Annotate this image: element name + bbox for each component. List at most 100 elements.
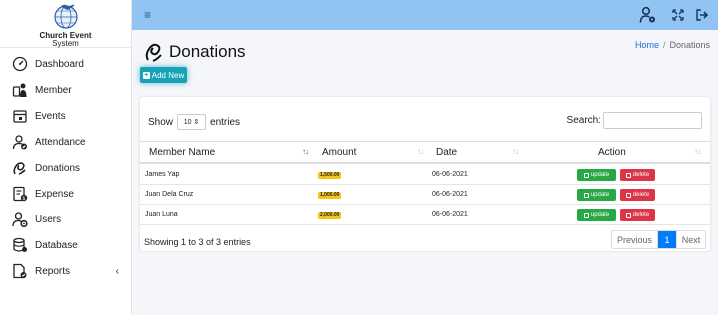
breadcrumb: Home / Donations [635, 40, 710, 50]
sort-icon[interactable]: ↑↓ [302, 147, 309, 156]
menu-icon[interactable]: ≡ [144, 8, 158, 22]
plus-square-icon: + [142, 71, 150, 79]
next-page-button[interactable]: Next [676, 231, 705, 248]
database-icon [13, 237, 27, 252]
column-header-member-name[interactable]: Member Name [149, 147, 215, 158]
report-icon [13, 263, 27, 279]
trash-icon [625, 192, 631, 198]
user-check-icon [12, 135, 27, 150]
edit-icon [583, 212, 589, 218]
fullscreen-icon[interactable] [668, 5, 688, 25]
page-title: Donations [144, 40, 246, 64]
sidebar-item-users[interactable]: Users [0, 208, 131, 230]
update-button[interactable]: update [577, 209, 616, 221]
donation-icon [145, 43, 162, 62]
sidebar-item-attendance[interactable]: Attendance [0, 131, 131, 153]
trash-icon [625, 172, 631, 178]
amount-badge: 1,000.00 [318, 192, 342, 199]
update-label: update [590, 172, 610, 178]
select-caret-icon: ⇕ [193, 119, 200, 126]
sidebar: Church Event System Dashboard Member Eve… [0, 0, 132, 315]
delete-label: delete [632, 172, 650, 178]
breadcrumb-current: Donations [669, 40, 710, 50]
pagination: Previous 1 Next [611, 230, 706, 249]
table-header: Member Name ↑↓ Amount ↑↓ Date ↑↓ Action … [140, 141, 710, 164]
sidebar-item-expense[interactable]: $ Expense [0, 183, 131, 205]
add-new-label: Add New [151, 70, 185, 80]
page-1-button[interactable]: 1 [658, 231, 676, 248]
table-row: James Yap 1,500.00 06-06-2021 update del… [140, 165, 710, 185]
date-cell: 06-06-2021 [432, 211, 468, 218]
sidebar-item-label: Dashboard [35, 58, 84, 70]
brand[interactable]: Church Event System [0, 0, 131, 48]
sidebar-item-label: Member [35, 84, 72, 96]
update-label: update [590, 212, 610, 218]
trash-icon [625, 212, 631, 218]
column-header-date[interactable]: Date [436, 147, 457, 158]
entries-label: entries [210, 116, 241, 128]
amount-badge: 2,000.00 [318, 212, 342, 219]
donations-table-card: Show 10 ⇕ entries Search: Member Name ↑↓… [140, 97, 710, 251]
calendar-icon [13, 110, 27, 123]
update-button[interactable]: update [577, 189, 616, 201]
update-button[interactable]: update [577, 169, 616, 181]
sidebar-item-label: Users [35, 213, 62, 225]
show-label: Show [148, 116, 174, 128]
invoice-icon: $ [13, 186, 28, 202]
add-new-button[interactable]: + Add New [140, 67, 187, 83]
table-row: Juan Luna 2,000.00 06-06-2021 update del… [140, 205, 710, 225]
column-header-action[interactable]: Action [598, 147, 626, 158]
amount-badge: 1,500.00 [318, 172, 342, 179]
edit-icon [583, 192, 589, 198]
user-settings-icon[interactable] [638, 5, 658, 25]
chevron-left-icon: ‹ [115, 265, 119, 277]
sidebar-item-label: Attendance [35, 136, 86, 148]
table-row: Juan Dela Cruz 1,000.00 06-06-2021 updat… [140, 185, 710, 205]
sidebar-item-label: Database [35, 239, 78, 251]
search-input[interactable] [603, 112, 702, 129]
delete-label: delete [632, 192, 650, 198]
entries-select[interactable]: 10 ⇕ [177, 114, 207, 130]
table-info: Showing 1 to 3 of 3 entries [144, 237, 251, 247]
delete-button[interactable]: delete [620, 189, 655, 201]
delete-button[interactable]: delete [620, 209, 655, 221]
search-label: Search: [566, 115, 601, 126]
brand-subtitle: System [52, 39, 79, 48]
sidebar-item-donations[interactable]: Donations [0, 157, 131, 179]
delete-label: delete [632, 212, 650, 218]
sort-icon[interactable]: ↑↓ [417, 147, 424, 156]
sidebar-item-member[interactable]: Member [0, 79, 131, 101]
globe-dove-logo-icon [53, 4, 78, 29]
breadcrumb-separator: / [662, 40, 666, 50]
sort-icon[interactable]: ↑↓ [512, 147, 519, 156]
member-name-cell: Juan Dela Cruz [145, 191, 194, 198]
search-control: Search: [567, 112, 702, 129]
date-cell: 06-06-2021 [432, 191, 468, 198]
column-header-amount[interactable]: Amount [322, 147, 356, 158]
sidebar-item-dashboard[interactable]: Dashboard [0, 53, 131, 75]
member-name-cell: Juan Luna [145, 211, 178, 218]
donation-icon [13, 162, 26, 175]
sidebar-item-database[interactable]: Database [0, 234, 131, 256]
sort-icon[interactable]: ↑↓ [694, 147, 701, 156]
svg-text:$: $ [22, 196, 25, 202]
sidebar-item-label: Reports [35, 265, 71, 277]
speedometer-icon [12, 56, 28, 72]
breadcrumb-home-link[interactable]: Home [635, 40, 659, 50]
sidebar-item-events[interactable]: Events [0, 105, 131, 127]
sidebar-item-reports[interactable]: Reports ‹ [0, 260, 131, 282]
sidebar-item-label: Events [35, 110, 66, 122]
user-cog-icon [12, 212, 28, 227]
delete-button[interactable]: delete [620, 169, 655, 181]
sidebar-item-label: Expense [35, 188, 74, 200]
top-navbar: ≡ [132, 0, 718, 30]
logout-icon[interactable] [692, 5, 712, 25]
page-title-text: Donations [169, 42, 246, 61]
previous-page-button[interactable]: Previous [612, 231, 658, 248]
entries-select-value: 10 [183, 118, 192, 126]
member-name-cell: James Yap [145, 171, 180, 178]
update-label: update [590, 192, 610, 198]
member-icon [12, 83, 27, 97]
date-cell: 06-06-2021 [432, 171, 468, 178]
entries-length-control: Show 10 ⇕ entries [148, 114, 240, 130]
